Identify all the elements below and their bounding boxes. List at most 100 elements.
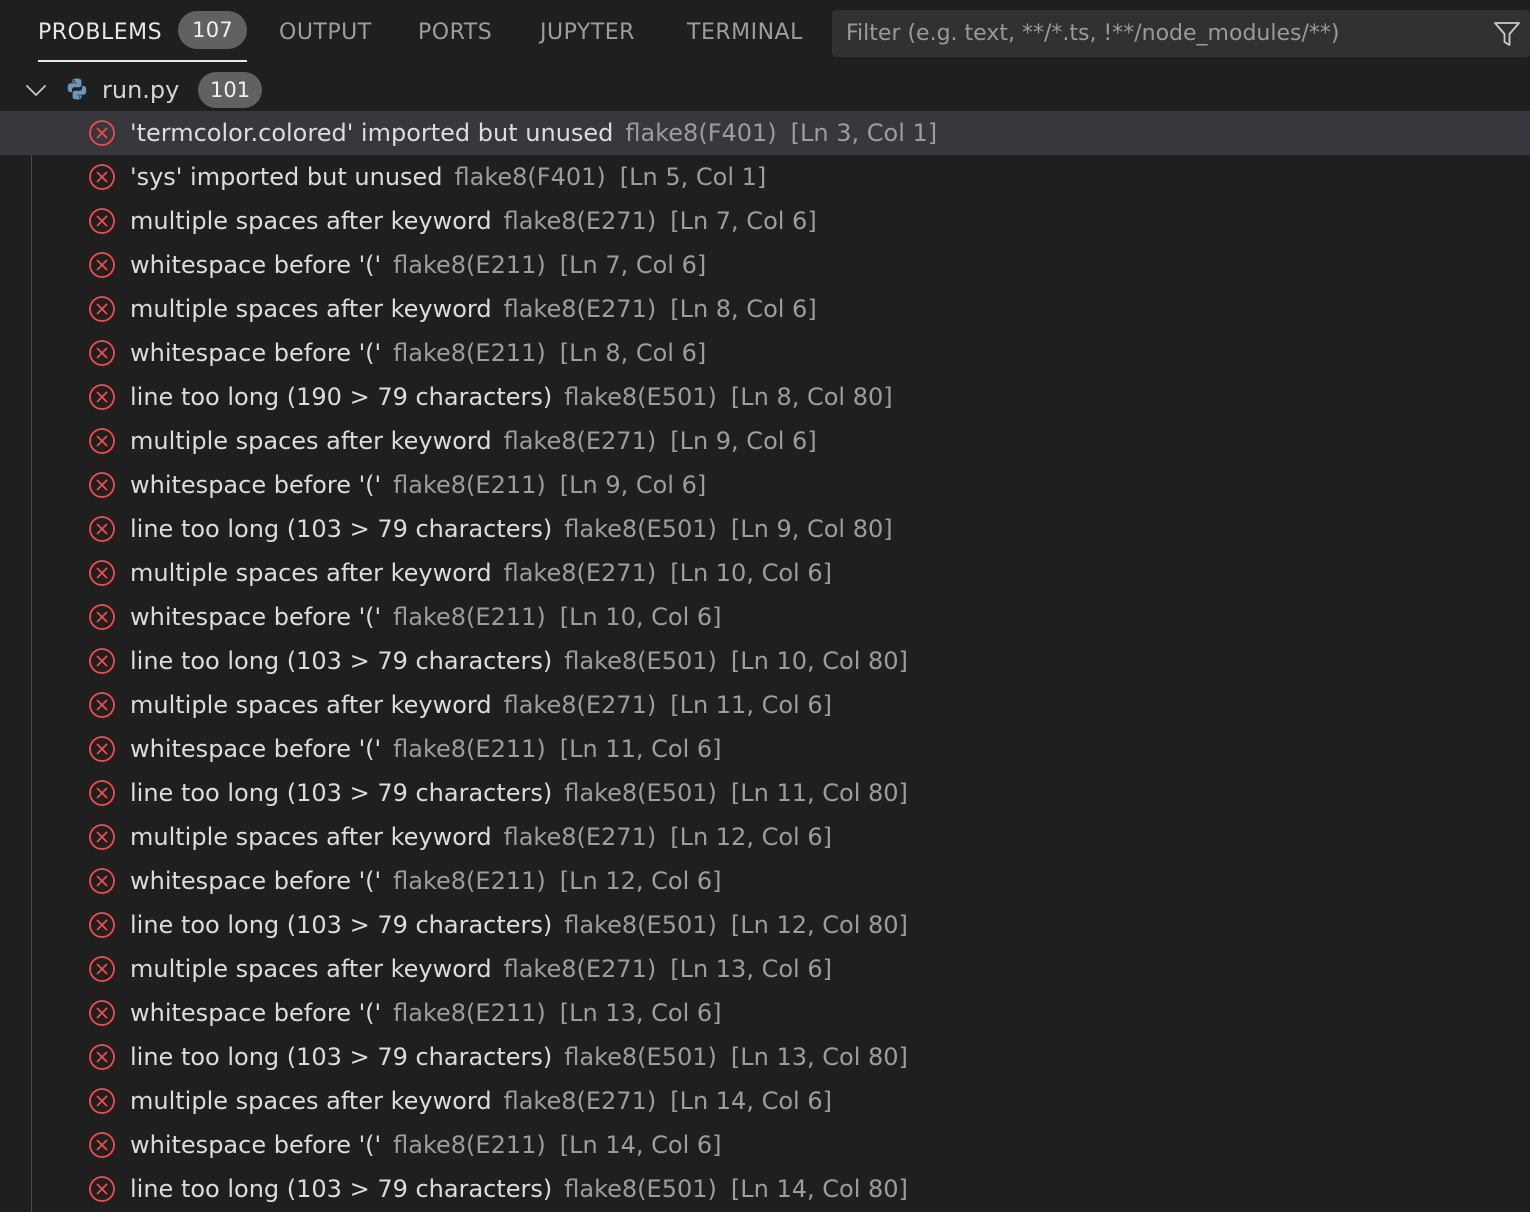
error-icon: [89, 208, 115, 234]
tab-jupyter[interactable]: JUPYTER: [540, 0, 635, 60]
error-icon: [89, 164, 115, 190]
problem-message: whitespace before '(': [130, 251, 382, 279]
problem-text: 'termcolor.colored' imported but unused f…: [130, 111, 937, 155]
tab-ports[interactable]: PORTS: [418, 0, 492, 60]
problem-message: line too long (103 > 79 characters): [130, 779, 553, 807]
problem-location: [Ln 12, Col 6]: [559, 867, 722, 895]
problem-location: [Ln 11, Col 6]: [670, 691, 832, 719]
problem-row[interactable]: multiple spaces after keyword flake8(E271…: [0, 683, 1530, 727]
problem-row[interactable]: 'sys' imported but unused flake8(F401) [Ln…: [0, 155, 1530, 199]
problem-message: 'sys' imported but unused: [130, 163, 443, 191]
problem-source: flake8(E271): [503, 1087, 657, 1115]
error-icon: [89, 296, 115, 322]
problem-location: [Ln 13, Col 80]: [730, 1043, 908, 1071]
error-icon: [89, 1000, 115, 1026]
problem-text: line too long (103 > 79 characters) flake…: [130, 639, 908, 683]
problem-row[interactable]: whitespace before '(' flake8(E211) [Ln 10,…: [0, 595, 1530, 639]
problem-text: line too long (103 > 79 characters) flake…: [130, 903, 908, 947]
error-icon: [89, 780, 115, 806]
problem-text: line too long (103 > 79 characters) flake…: [130, 771, 908, 815]
problem-source: flake8(E271): [503, 691, 657, 719]
problem-location: [Ln 11, Col 80]: [730, 779, 908, 807]
problem-message: multiple spaces after keyword: [130, 691, 492, 719]
problem-row[interactable]: line too long (190 > 79 characters) flake…: [0, 375, 1530, 419]
problem-source: flake8(E211): [393, 867, 546, 895]
filter-input[interactable]: [832, 10, 1472, 57]
file-name: run.py: [102, 76, 180, 104]
problem-message: whitespace before '(': [130, 471, 382, 499]
problem-source: flake8(E271): [503, 295, 657, 323]
problem-row[interactable]: multiple spaces after keyword flake8(E271…: [0, 1079, 1530, 1123]
chevron-down-icon[interactable]: [24, 78, 48, 102]
tab-ports-label: PORTS: [418, 20, 493, 45]
problem-row[interactable]: 'termcolor.colored' imported but unused f…: [0, 111, 1530, 155]
problem-row[interactable]: multiple spaces after keyword flake8(E271…: [0, 947, 1530, 991]
python-icon: [67, 78, 87, 100]
problem-source: flake8(E211): [393, 735, 546, 763]
error-icon: [89, 252, 115, 278]
problem-message: 'termcolor.colored' imported but unused: [130, 119, 614, 147]
tab-terminal[interactable]: TERMINAL: [687, 0, 803, 60]
problem-location: [Ln 3, Col 1]: [790, 119, 938, 147]
problem-row[interactable]: multiple spaces after keyword flake8(E271…: [0, 419, 1530, 463]
problem-text: 'sys' imported but unused flake8(F401) [Ln…: [130, 155, 766, 199]
problem-source: flake8(E501): [564, 1175, 717, 1203]
problem-row[interactable]: whitespace before '(' flake8(E211) [Ln 14,…: [0, 1123, 1530, 1167]
problem-source: flake8(F401): [625, 119, 777, 147]
problem-row[interactable]: line too long (103 > 79 characters) flake…: [0, 771, 1530, 815]
problem-source: flake8(E271): [503, 955, 657, 983]
error-icon: [89, 1044, 115, 1070]
problem-message: whitespace before '(': [130, 999, 382, 1027]
problem-row[interactable]: whitespace before '(' flake8(E211) [Ln 7, …: [0, 243, 1530, 287]
problem-message: multiple spaces after keyword: [130, 207, 492, 235]
problem-location: [Ln 7, Col 6]: [670, 207, 817, 235]
problem-text: multiple spaces after keyword flake8(E271…: [130, 815, 832, 859]
problem-row[interactable]: whitespace before '(' flake8(E211) [Ln 8, …: [0, 331, 1530, 375]
problem-source: flake8(E501): [564, 647, 717, 675]
error-icon: [89, 1176, 115, 1202]
tab-output[interactable]: OUTPUT: [279, 0, 372, 60]
problem-row[interactable]: multiple spaces after keyword flake8(E271…: [0, 287, 1530, 331]
problem-row[interactable]: multiple spaces after keyword flake8(E271…: [0, 551, 1530, 595]
problem-location: [Ln 10, Col 80]: [730, 647, 908, 675]
problem-source: flake8(E211): [393, 471, 546, 499]
problem-row[interactable]: line too long (103 > 79 characters) flake…: [0, 1167, 1530, 1211]
tab-problems[interactable]: PROBLEMS 107: [38, 0, 248, 62]
error-icon: [89, 956, 115, 982]
problem-text: whitespace before '(' flake8(E211) [Ln 13,…: [130, 991, 722, 1035]
problem-row[interactable]: line too long (103 > 79 characters) flake…: [0, 507, 1530, 551]
problem-row[interactable]: multiple spaces after keyword flake8(E271…: [0, 199, 1530, 243]
tab-terminal-label: TERMINAL: [687, 20, 803, 45]
error-icon: [89, 516, 115, 542]
problem-location: [Ln 12, Col 6]: [670, 823, 832, 851]
problem-location: [Ln 8, Col 6]: [670, 295, 817, 323]
problem-location: [Ln 14, Col 80]: [730, 1175, 908, 1203]
error-icon: [89, 120, 115, 146]
panel-tab-bar: PROBLEMS 107 OUTPUT PORTS JUPYTER TERMINA…: [0, 0, 1530, 66]
problem-row[interactable]: whitespace before '(' flake8(E211) [Ln 13,…: [0, 991, 1530, 1035]
filter-icon[interactable]: [1492, 19, 1522, 49]
problem-row[interactable]: multiple spaces after keyword flake8(E271…: [0, 815, 1530, 859]
problem-message: whitespace before '(': [130, 603, 382, 631]
problem-row[interactable]: line too long (103 > 79 characters) flake…: [0, 639, 1530, 683]
problem-row[interactable]: whitespace before '(' flake8(E211) [Ln 11,…: [0, 727, 1530, 771]
problem-text: multiple spaces after keyword flake8(E271…: [130, 683, 832, 727]
problem-row[interactable]: line too long (103 > 79 characters) flake…: [0, 1035, 1530, 1079]
problem-source: flake8(E211): [393, 999, 546, 1027]
file-problem-count-badge: 101: [198, 72, 263, 108]
problem-row[interactable]: whitespace before '(' flake8(E211) [Ln 9, …: [0, 463, 1530, 507]
error-icon: [89, 868, 115, 894]
problem-text: multiple spaces after keyword flake8(E271…: [130, 1079, 832, 1123]
problem-location: [Ln 11, Col 6]: [559, 735, 722, 763]
problem-location: [Ln 5, Col 1]: [619, 163, 767, 191]
problem-message: multiple spaces after keyword: [130, 427, 492, 455]
problem-row[interactable]: line too long (103 > 79 characters) flake…: [0, 903, 1530, 947]
problem-text: whitespace before '(' flake8(E211) [Ln 7, …: [130, 243, 706, 287]
problem-message: line too long (190 > 79 characters): [130, 383, 553, 411]
problem-message: multiple spaces after keyword: [130, 955, 492, 983]
problem-message: line too long (103 > 79 characters): [130, 515, 553, 543]
file-tree-row-run-py[interactable]: run.py 101: [0, 68, 1530, 112]
problem-row[interactable]: whitespace before '(' flake8(E211) [Ln 12,…: [0, 859, 1530, 903]
problem-text: multiple spaces after keyword flake8(E271…: [130, 947, 832, 991]
problem-source: flake8(E271): [503, 207, 657, 235]
